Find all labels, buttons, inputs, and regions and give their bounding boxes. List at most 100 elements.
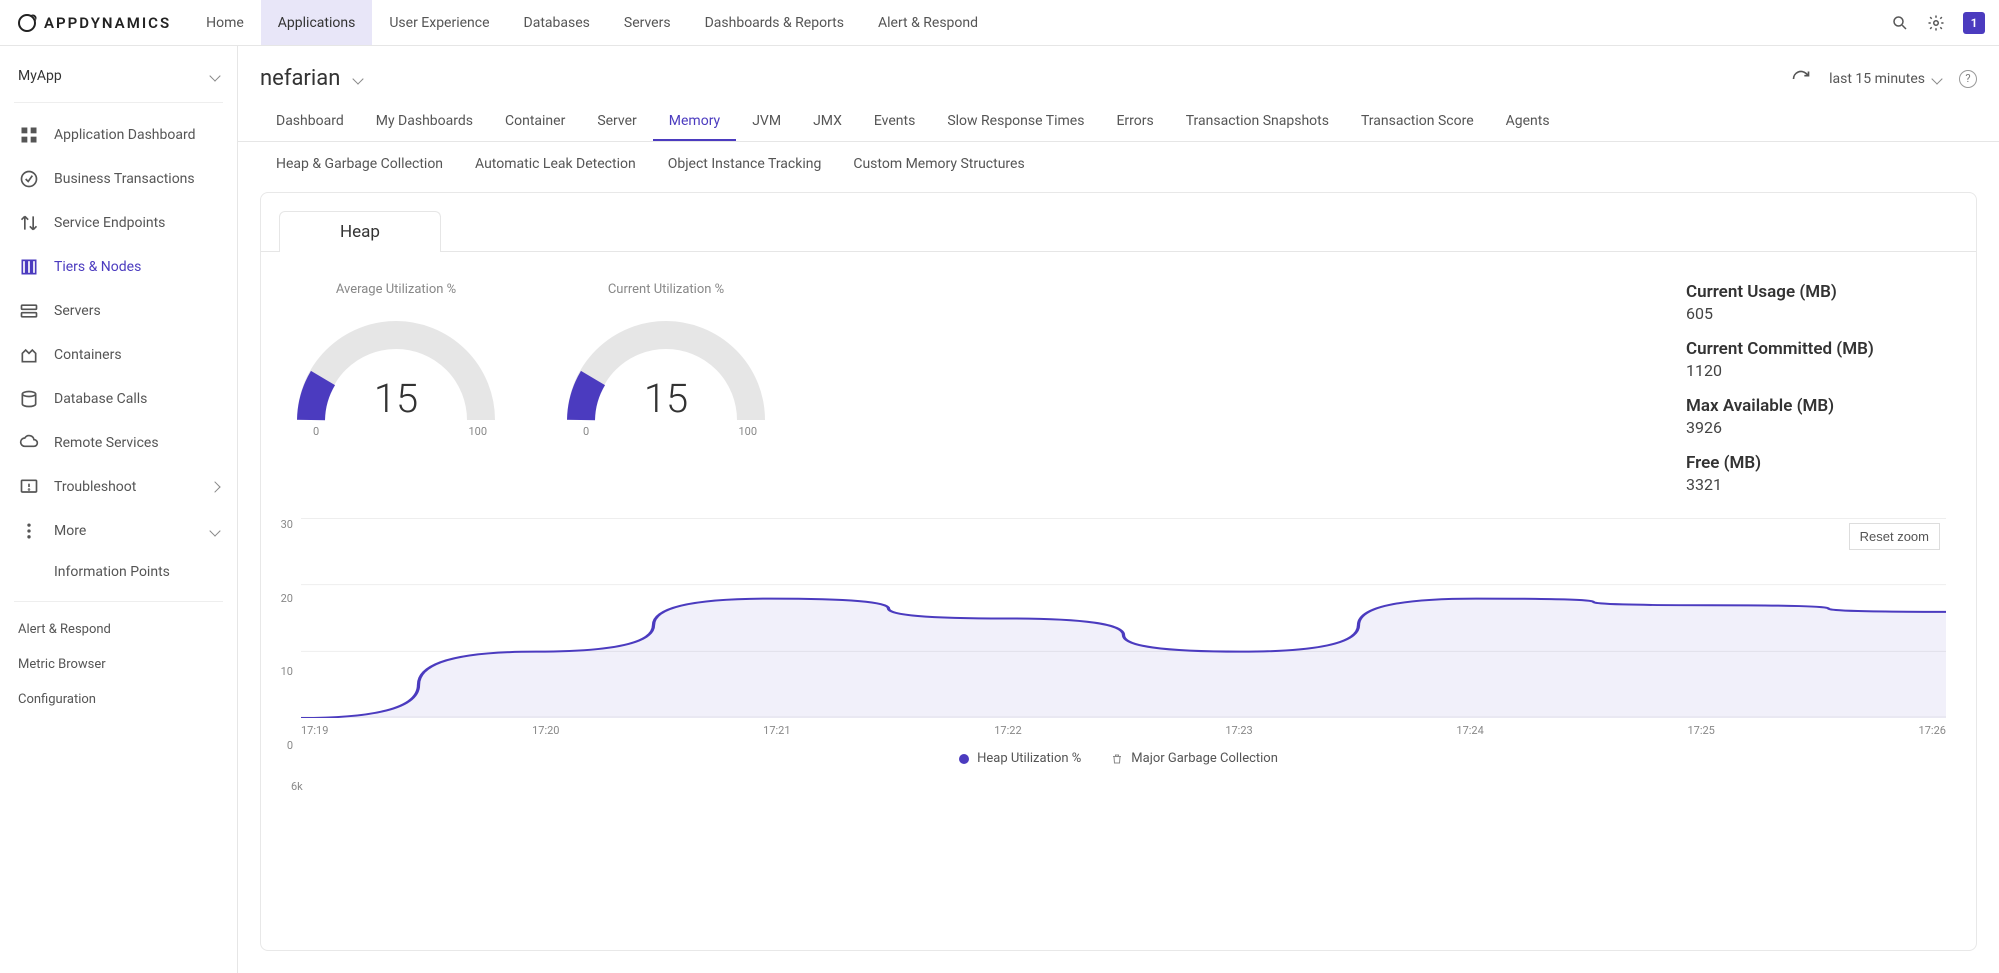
sidebar-link-metric-browser[interactable]: Metric Browser: [14, 647, 223, 682]
sidebar-item-information-points[interactable]: Information Points: [14, 553, 223, 591]
sidebar-link-configuration[interactable]: Configuration: [14, 682, 223, 717]
subtab-automatic-leak-detection[interactable]: Automatic Leak Detection: [459, 142, 652, 186]
topnav-item-alert-respond[interactable]: Alert & Respond: [861, 0, 995, 45]
sidebar-icon: [18, 212, 40, 234]
sidebar-item-business-transactions[interactable]: Business Transactions: [14, 157, 223, 201]
subtab-heap-garbage-collection[interactable]: Heap & Garbage Collection: [260, 142, 459, 186]
gauge-cur-value: 15: [561, 375, 771, 422]
tab-server[interactable]: Server: [581, 103, 652, 141]
heap-chart: Reset zoom: [301, 518, 1946, 718]
gauge-cur: 15 0 100: [561, 315, 771, 430]
app-selector-label: MyApp: [18, 68, 62, 84]
x-tick: 17:25: [1687, 724, 1714, 737]
gear-icon[interactable]: [1927, 14, 1945, 32]
gauge-avg-value: 15: [291, 375, 501, 422]
stat-label: Current Usage (MB): [1686, 282, 1946, 302]
sidebar-icon: [18, 432, 40, 454]
help-icon[interactable]: ?: [1959, 70, 1977, 88]
gauge-cur-min: 0: [583, 425, 589, 438]
search-icon[interactable]: [1891, 14, 1909, 32]
x-tick: 17:19: [301, 724, 328, 737]
topnav-item-databases[interactable]: Databases: [507, 0, 607, 45]
sidebar-item-label: Business Transactions: [54, 171, 219, 187]
subtab-custom-memory-structures[interactable]: Custom Memory Structures: [837, 142, 1040, 186]
legend-heap-util[interactable]: Heap Utilization %: [959, 751, 1081, 766]
legend-label: Major Garbage Collection: [1131, 751, 1278, 766]
sidebar-icon: [18, 388, 40, 410]
user-avatar-badge[interactable]: 1: [1963, 12, 1985, 34]
sidebar-item-tiers-nodes[interactable]: Tiers & Nodes: [14, 245, 223, 289]
sidebar-item-application-dashboard[interactable]: Application Dashboard: [14, 113, 223, 157]
sidebar-item-label: Troubleshoot: [54, 479, 197, 495]
subtab-object-instance-tracking[interactable]: Object Instance Tracking: [652, 142, 838, 186]
chevron-down-icon: [1931, 73, 1942, 84]
tab-slow-response-times[interactable]: Slow Response Times: [931, 103, 1100, 141]
y-tick: 20: [269, 592, 293, 605]
tab-dashboard[interactable]: Dashboard: [260, 103, 360, 141]
refresh-icon[interactable]: [1791, 69, 1811, 89]
x-tick: 17:22: [994, 724, 1021, 737]
tab-my-dashboards[interactable]: My Dashboards: [360, 103, 489, 141]
topnav-item-applications[interactable]: Applications: [261, 0, 373, 45]
tab-jmx[interactable]: JMX: [797, 103, 858, 141]
sidebar-link-alert-respond[interactable]: Alert & Respond: [14, 612, 223, 647]
page-title-chevron-icon[interactable]: [353, 73, 364, 84]
gauge-avg: 15 0 100: [291, 315, 501, 430]
sidebar-icon: [18, 256, 40, 278]
sidebar-item-label: Database Calls: [54, 391, 219, 407]
time-range-label: last 15 minutes: [1829, 71, 1925, 87]
legend-dot-icon: [959, 754, 969, 764]
topnav-item-servers[interactable]: Servers: [607, 0, 688, 45]
x-tick: 17:21: [763, 724, 790, 737]
stat-label: Free (MB): [1686, 453, 1946, 473]
chevron-down-icon: [209, 70, 220, 81]
sidebar-item-database-calls[interactable]: Database Calls: [14, 377, 223, 421]
legend-major-gc[interactable]: Major Garbage Collection: [1111, 751, 1278, 766]
sidebar-icon: [18, 124, 40, 146]
brand-logo: APPDYNAMICS: [0, 14, 189, 32]
sidebar-item-containers[interactable]: Containers: [14, 333, 223, 377]
tab-jvm[interactable]: JVM: [736, 103, 797, 141]
sidebar-item-more[interactable]: More: [14, 509, 223, 553]
sidebar-item-label: Tiers & Nodes: [54, 259, 219, 275]
brand-text: APPDYNAMICS: [44, 14, 171, 32]
tab-agents[interactable]: Agents: [1490, 103, 1566, 141]
sidebar-item-remote-services[interactable]: Remote Services: [14, 421, 223, 465]
legend-label: Heap Utilization %: [977, 751, 1081, 766]
tab-container[interactable]: Container: [489, 103, 581, 141]
stat-value: 605: [1686, 304, 1946, 323]
stat-value: 3926: [1686, 418, 1946, 437]
tab-events[interactable]: Events: [858, 103, 931, 141]
tab-transaction-score[interactable]: Transaction Score: [1345, 103, 1490, 141]
time-range-selector[interactable]: last 15 minutes: [1829, 71, 1941, 87]
sidebar-icon: [18, 476, 40, 498]
y-tick: 0: [269, 739, 293, 752]
tab-transaction-snapshots[interactable]: Transaction Snapshots: [1170, 103, 1345, 141]
y-tick: 30: [269, 518, 293, 531]
heap-tab[interactable]: Heap: [279, 211, 441, 252]
second-chart-y-label: 6k: [291, 780, 303, 793]
chevron-icon: [209, 481, 220, 492]
app-selector[interactable]: MyApp: [14, 64, 223, 103]
reset-zoom-button[interactable]: Reset zoom: [1849, 523, 1940, 550]
gauge-avg-min: 0: [313, 425, 319, 438]
sidebar-item-label: Servers: [54, 303, 219, 319]
gauge-cur-max: 100: [738, 425, 757, 438]
sidebar-item-service-endpoints[interactable]: Service Endpoints: [14, 201, 223, 245]
x-tick: 17:20: [532, 724, 559, 737]
sidebar-item-servers[interactable]: Servers: [14, 289, 223, 333]
topnav-item-home[interactable]: Home: [189, 0, 261, 45]
topnav-item-user-experience[interactable]: User Experience: [372, 0, 506, 45]
sidebar-item-label: Service Endpoints: [54, 215, 219, 231]
sidebar-item-label: More: [54, 523, 197, 539]
tab-memory[interactable]: Memory: [653, 103, 736, 141]
x-tick: 17:24: [1456, 724, 1483, 737]
heap-tab-label: Heap: [340, 222, 380, 242]
sidebar-icon: [18, 300, 40, 322]
sidebar-item-label: Information Points: [54, 564, 219, 580]
tab-errors[interactable]: Errors: [1100, 103, 1169, 141]
topnav-item-dashboards-reports[interactable]: Dashboards & Reports: [688, 0, 861, 45]
sidebar-item-troubleshoot[interactable]: Troubleshoot: [14, 465, 223, 509]
stat-value: 3321: [1686, 475, 1946, 494]
sidebar-item-label: Containers: [54, 347, 219, 363]
